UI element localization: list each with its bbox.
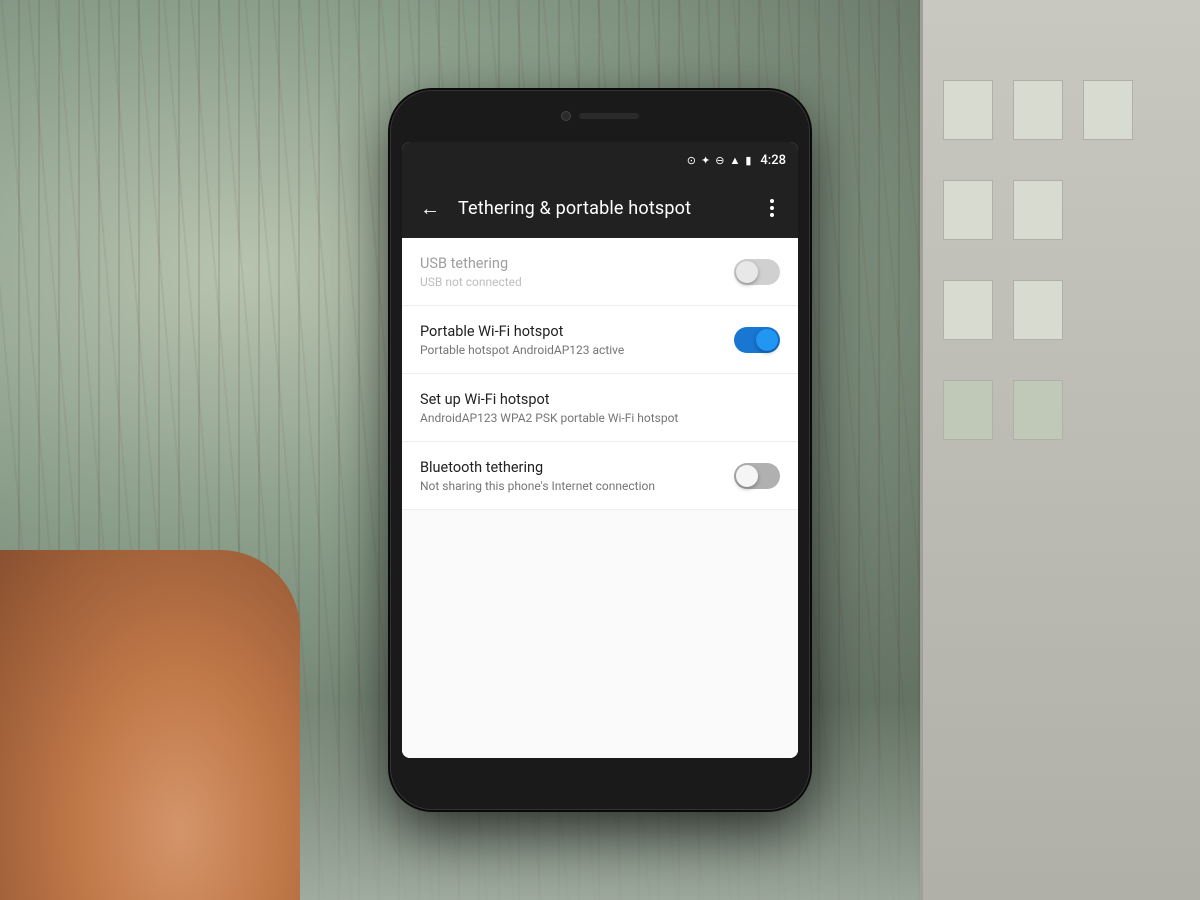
phone-body: ⊙ ✦ ⊖ ▲ ▮ 4:28 ← Tethering & portable ho… [390, 90, 810, 810]
status-icons: ⊙ ✦ ⊖ ▲ ▮ 4:28 [687, 153, 786, 168]
battery-icon: ▮ [745, 154, 751, 167]
setup-wifi-title: Set up Wi-Fi hotspot [420, 391, 780, 408]
hand [0, 550, 300, 900]
phone-screen: ⊙ ✦ ⊖ ▲ ▮ 4:28 ← Tethering & portable ho… [402, 142, 798, 758]
status-time: 4:28 [760, 153, 786, 168]
bluetooth-tethering-text: Bluetooth tethering Not sharing this pho… [420, 459, 722, 493]
bluetooth-tethering-title: Bluetooth tethering [420, 459, 722, 476]
wifi-hotspot-subtitle: Portable hotspot AndroidAP123 active [420, 343, 722, 357]
bluetooth-tethering-toggle[interactable] [734, 463, 780, 489]
bluetooth-tethering-item[interactable]: Bluetooth tethering Not sharing this pho… [402, 442, 798, 510]
usb-tethering-item[interactable]: USB tethering USB not connected [402, 238, 798, 306]
setup-wifi-subtitle: AndroidAP123 WPA2 PSK portable Wi-Fi hot… [420, 411, 780, 425]
bluetooth-icon: ✦ [701, 154, 710, 167]
usb-tethering-subtitle: USB not connected [420, 275, 722, 289]
more-dot-1 [770, 199, 774, 203]
phone: ⊙ ✦ ⊖ ▲ ▮ 4:28 ← Tethering & portable ho… [390, 90, 810, 810]
status-bar: ⊙ ✦ ⊖ ▲ ▮ 4:28 [402, 142, 798, 178]
phone-top-area [500, 102, 700, 130]
wifi-hotspot-toggle[interactable] [734, 327, 780, 353]
bluetooth-tethering-subtitle: Not sharing this phone's Internet connec… [420, 479, 722, 493]
front-camera [561, 111, 571, 121]
wifi-hotspot-text: Portable Wi-Fi hotspot Portable hotspot … [420, 323, 722, 357]
signal-icon: ▲ [729, 154, 740, 167]
more-dot-2 [770, 206, 774, 210]
app-bar: ← Tethering & portable hotspot [402, 178, 798, 238]
wifi-calling-icon: ⊙ [687, 154, 696, 167]
usb-tethering-toggle[interactable] [734, 259, 780, 285]
earpiece-speaker [579, 113, 639, 119]
bluetooth-tethering-toggle-thumb [736, 465, 758, 487]
more-options-button[interactable] [754, 190, 790, 226]
page-title: Tethering & portable hotspot [458, 198, 746, 219]
setup-wifi-text: Set up Wi-Fi hotspot AndroidAP123 WPA2 P… [420, 391, 780, 425]
settings-content: USB tethering USB not connected Portable… [402, 238, 798, 758]
bg-building [920, 0, 1200, 900]
data-saver-icon: ⊖ [715, 154, 724, 167]
wifi-hotspot-title: Portable Wi-Fi hotspot [420, 323, 722, 340]
back-arrow-icon: ← [420, 196, 440, 221]
back-button[interactable]: ← [410, 188, 450, 228]
usb-tethering-toggle-thumb [736, 261, 758, 283]
more-dot-3 [770, 213, 774, 217]
setup-wifi-item[interactable]: Set up Wi-Fi hotspot AndroidAP123 WPA2 P… [402, 374, 798, 442]
usb-tethering-title: USB tethering [420, 255, 722, 272]
wifi-hotspot-toggle-thumb [756, 329, 778, 351]
wifi-hotspot-item[interactable]: Portable Wi-Fi hotspot Portable hotspot … [402, 306, 798, 374]
usb-tethering-text: USB tethering USB not connected [420, 255, 722, 289]
